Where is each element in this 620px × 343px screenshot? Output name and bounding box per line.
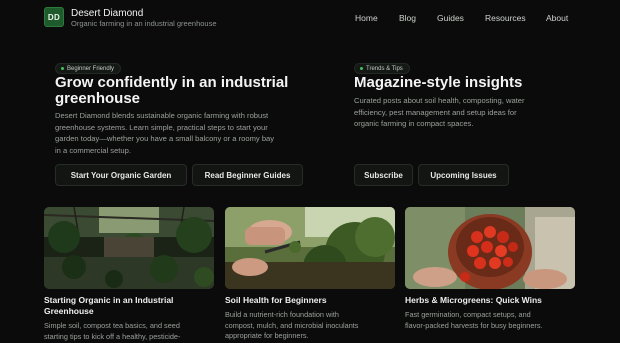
tomato-bowl-image[interactable] — [405, 207, 575, 289]
card-title-line: Soil Health for Beginners — [225, 295, 327, 305]
brand-tagline: Organic farming in an industrial greenho… — [71, 19, 217, 28]
card-title-line: Greenhouse — [44, 306, 94, 316]
article-card[interactable]: Herbs & Microgreens: Quick Wins Fast ger… — [405, 207, 575, 331]
card-excerpt: Build a nutrient-rich foundation with co… — [225, 310, 395, 342]
card-excerpt: Fast germination, compact setups, and fl… — [405, 310, 575, 331]
card-excerpt-line: starting tips to kick off a healthy, pes… — [44, 331, 181, 341]
insights-desc-line: Curated posts about soil health, compost… — [354, 96, 525, 105]
card-title[interactable]: Soil Health for Beginners — [225, 295, 395, 306]
nav-home[interactable]: Home — [355, 13, 378, 23]
card-excerpt: Simple soil, compost tea basics, and see… — [44, 321, 214, 342]
nav-resources[interactable]: Resources — [485, 13, 526, 23]
badge-label: Trends & Tips — [366, 65, 403, 72]
insights-desc-line: efficiency, pest management and setup id… — [354, 107, 517, 117]
badge-dot-icon — [61, 67, 64, 70]
article-card[interactable]: Soil Health for Beginners Build a nutrie… — [225, 207, 395, 342]
hero-desc-line: in a commercial setup. — [55, 145, 131, 155]
upcoming-issues-button[interactable]: Upcoming Issues — [418, 164, 509, 186]
read-guides-button[interactable]: Read Beginner Guides — [192, 164, 303, 186]
trends-badge: Trends & Tips — [354, 63, 410, 74]
hero-title-line: greenhouse — [55, 90, 141, 107]
soil-hands-image[interactable] — [225, 207, 395, 289]
brand-name[interactable]: Desert Diamond — [71, 8, 143, 19]
nav-blog[interactable]: Blog — [399, 13, 416, 23]
insights-description: Curated posts about soil health, compost… — [354, 95, 574, 130]
site-header: DD Desert Diamond Organic farming in an … — [0, 0, 620, 38]
greenhouse-interior-image[interactable] — [44, 207, 214, 289]
badge-label: Beginner Friendly — [67, 65, 115, 72]
card-excerpt-line: appropriate for beginners. — [225, 331, 309, 340]
card-title[interactable]: Herbs & Microgreens: Quick Wins — [405, 295, 575, 306]
badge-dot-icon — [360, 67, 363, 70]
card-title-line: Starting Organic in an Industrial — [44, 295, 174, 305]
hero-desc-line: greenhouse systems. Learn simple, practi… — [55, 122, 268, 132]
card-title-line: Herbs & Microgreens: Quick Wins — [405, 295, 542, 305]
card-excerpt-line: Fast germination, compact setups, and — [405, 310, 531, 319]
card-excerpt-line: Build a nutrient-rich foundation with — [225, 310, 339, 319]
beginner-badge: Beginner Friendly — [55, 63, 122, 74]
insights-title: Magazine-style insights — [354, 74, 523, 91]
nav-guides[interactable]: Guides — [437, 13, 464, 23]
hero-title-line: Grow confidently in an industrial — [55, 74, 289, 91]
nav-about[interactable]: About — [546, 13, 568, 23]
logo[interactable]: DD — [44, 7, 64, 27]
card-excerpt-line: compost, mulch, and microbial inoculants — [225, 320, 359, 330]
article-card[interactable]: Starting Organic in an Industrial Greenh… — [44, 207, 214, 342]
card-excerpt-line: flavor-packed harvests for busy beginner… — [405, 320, 543, 330]
card-excerpt-line: Simple soil, compost tea basics, and see… — [44, 321, 180, 330]
start-garden-button[interactable]: Start Your Organic Garden — [55, 164, 187, 186]
hero-desc-line: garden today—whether you have a small ba… — [55, 134, 275, 143]
hero-description: Desert Diamond blends sustainable organi… — [55, 110, 345, 156]
card-title[interactable]: Starting Organic in an Industrial Greenh… — [44, 295, 214, 317]
hero-desc-line: Desert Diamond blends sustainable organi… — [55, 111, 269, 120]
hero-title: Grow confidently in an industrial greenh… — [55, 75, 288, 107]
subscribe-button[interactable]: Subscribe — [354, 164, 413, 186]
insights-desc-line: organic farming in compact spaces. — [354, 119, 474, 128]
